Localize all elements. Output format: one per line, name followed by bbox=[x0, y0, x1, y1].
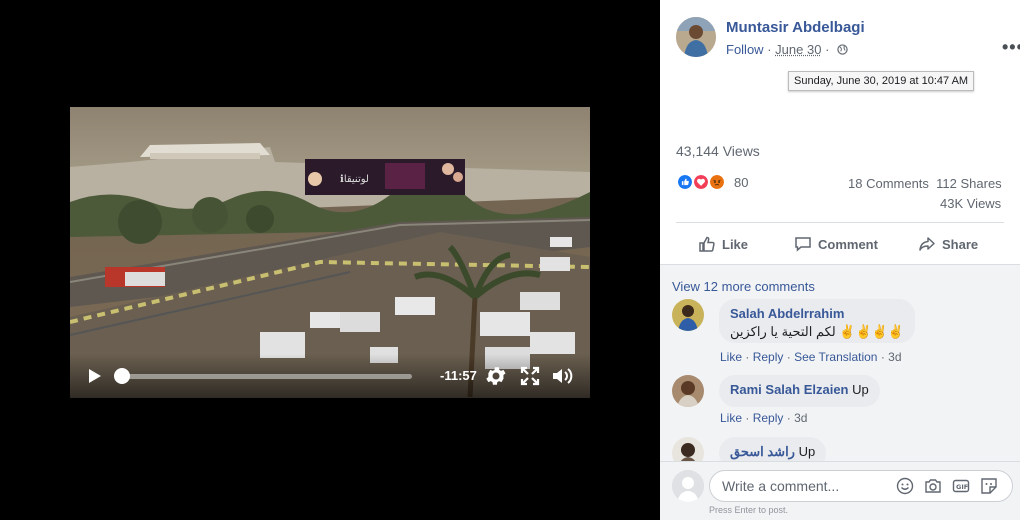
comment-actions: Like · Reply · 3d bbox=[720, 411, 807, 425]
fullscreen-icon[interactable] bbox=[518, 364, 542, 388]
divider bbox=[676, 222, 1004, 223]
comment-text: لكم التحية يا راكزين ✌️✌️✌️✌️ bbox=[730, 324, 905, 339]
video-stage: ℹلوتنيقا -11:57 bbox=[0, 0, 660, 520]
commenter-name[interactable]: راشد اسحق bbox=[730, 444, 795, 459]
commenter-avatar[interactable] bbox=[672, 375, 704, 407]
default-avatar-icon bbox=[672, 470, 704, 502]
post-date[interactable]: June 30 bbox=[775, 42, 821, 57]
globe-icon bbox=[837, 44, 848, 55]
billboard-text: ℹلوتنيقا bbox=[340, 174, 369, 185]
current-user-avatar bbox=[672, 470, 704, 502]
meta-separator: · bbox=[767, 42, 772, 57]
meta-separator: · bbox=[825, 42, 830, 57]
share-button-label: Share bbox=[942, 236, 979, 252]
gear-icon[interactable] bbox=[484, 364, 508, 388]
commenter-avatar-image bbox=[672, 375, 704, 407]
like-reaction-icon bbox=[676, 173, 694, 191]
commenter-avatar[interactable] bbox=[672, 437, 704, 461]
comment-age: 3d bbox=[794, 411, 808, 425]
commenter-avatar-image bbox=[672, 299, 704, 331]
separator: · bbox=[786, 411, 791, 425]
emoji-icon[interactable] bbox=[896, 477, 914, 495]
camera-icon[interactable] bbox=[924, 477, 942, 495]
commenter-avatar[interactable] bbox=[672, 299, 704, 331]
comment-like-link[interactable]: Like bbox=[720, 350, 742, 364]
commenter-name[interactable]: Salah Abdelrrahim bbox=[730, 306, 904, 321]
angry-reaction-icon bbox=[708, 173, 726, 191]
comment-actions: Like · Reply · See Translation · 3d bbox=[720, 350, 902, 364]
follow-link[interactable]: Follow bbox=[726, 42, 764, 57]
author-name[interactable]: Muntasir Abdelbagi bbox=[726, 19, 865, 36]
comment-button[interactable]: Comment bbox=[794, 229, 878, 259]
comment-like-link[interactable]: Like bbox=[720, 411, 742, 425]
seek-bar[interactable] bbox=[116, 374, 412, 379]
love-reaction-icon bbox=[692, 173, 710, 191]
comment-reply-link[interactable]: Reply bbox=[753, 411, 784, 425]
post-meta: Follow · June 30 · bbox=[726, 42, 848, 57]
comments-count[interactable]: 18 Comments bbox=[848, 176, 929, 191]
separator: · bbox=[880, 350, 885, 364]
see-translation-link[interactable]: See Translation bbox=[794, 350, 877, 364]
play-icon[interactable] bbox=[84, 366, 104, 386]
press-enter-hint: Press Enter to post. bbox=[709, 505, 789, 515]
date-tooltip: Sunday, June 30, 2019 at 10:47 AM bbox=[788, 71, 975, 91]
app-root: ℹلوتنيقا -11:57 Muntasir Abdelbagi Follo… bbox=[0, 0, 1020, 520]
separator: · bbox=[745, 411, 750, 425]
post-actions: Like Comment Share bbox=[676, 229, 1004, 259]
gif-icon[interactable]: GIF bbox=[952, 477, 970, 495]
seek-handle[interactable] bbox=[114, 368, 130, 384]
comment-bubble: Salah Abdelrrahim لكم التحية يا راكزين ✌… bbox=[719, 299, 916, 343]
more-options-icon[interactable]: ••• bbox=[1002, 37, 1020, 58]
comment-icon bbox=[795, 237, 811, 252]
video-views-count[interactable]: 43K Views bbox=[940, 196, 1001, 211]
reaction-count: 80 bbox=[734, 175, 749, 190]
commenter-avatar-image bbox=[672, 437, 704, 461]
comment-bubble: راشد اسحق Up bbox=[719, 437, 827, 461]
comment-composer: GIF Press Enter to post. bbox=[660, 461, 1020, 520]
comment-button-label: Comment bbox=[818, 236, 878, 252]
separator: · bbox=[786, 350, 791, 364]
comment-reply-link[interactable]: Reply bbox=[753, 350, 784, 364]
comment-item: Salah Abdelrrahim لكم التحية يا راكزين ✌… bbox=[672, 299, 1012, 369]
comment-age: 3d bbox=[888, 350, 902, 364]
comment-item: راشد اسحق Up bbox=[672, 437, 1012, 461]
shares-count[interactable]: 112 Shares bbox=[936, 176, 1002, 191]
comment-text: Up bbox=[852, 382, 869, 397]
share-icon bbox=[919, 237, 935, 251]
volume-icon[interactable] bbox=[550, 364, 574, 388]
comment-bubble: Rami Salah Elzaien Up bbox=[719, 375, 880, 407]
video-player[interactable]: ℹلوتنيقا -11:57 bbox=[70, 107, 590, 398]
view-count: 43,144 Views bbox=[676, 143, 760, 159]
post-panel: Muntasir Abdelbagi Follow · June 30 · ••… bbox=[660, 0, 1020, 520]
view-more-comments-link[interactable]: View 12 more comments bbox=[672, 279, 815, 294]
avatar[interactable] bbox=[676, 17, 716, 57]
thumbs-up-icon bbox=[699, 236, 715, 252]
sticker-icon[interactable] bbox=[980, 477, 998, 495]
like-button-label: Like bbox=[722, 236, 749, 252]
comment-item: Rami Salah Elzaien Up Like · Reply · 3d bbox=[672, 375, 1012, 425]
commenter-name[interactable]: Rami Salah Elzaien bbox=[730, 382, 849, 397]
svg-text:GIF: GIF bbox=[956, 483, 968, 491]
engagement-counts: 18 Comments 112 Shares bbox=[848, 176, 1002, 191]
comments-section: View 12 more comments Salah Abdelrrahim … bbox=[660, 264, 1020, 461]
share-button[interactable]: Share bbox=[918, 229, 978, 259]
post-header: Muntasir Abdelbagi Follow · June 30 · ••… bbox=[676, 17, 1020, 61]
like-button[interactable]: Like bbox=[698, 229, 748, 259]
time-remaining: -11:57 bbox=[440, 368, 477, 383]
video-controls: -11:57 bbox=[70, 354, 590, 398]
separator: · bbox=[745, 350, 750, 364]
avatar-image bbox=[676, 17, 716, 57]
comment-text: Up bbox=[798, 444, 816, 459]
